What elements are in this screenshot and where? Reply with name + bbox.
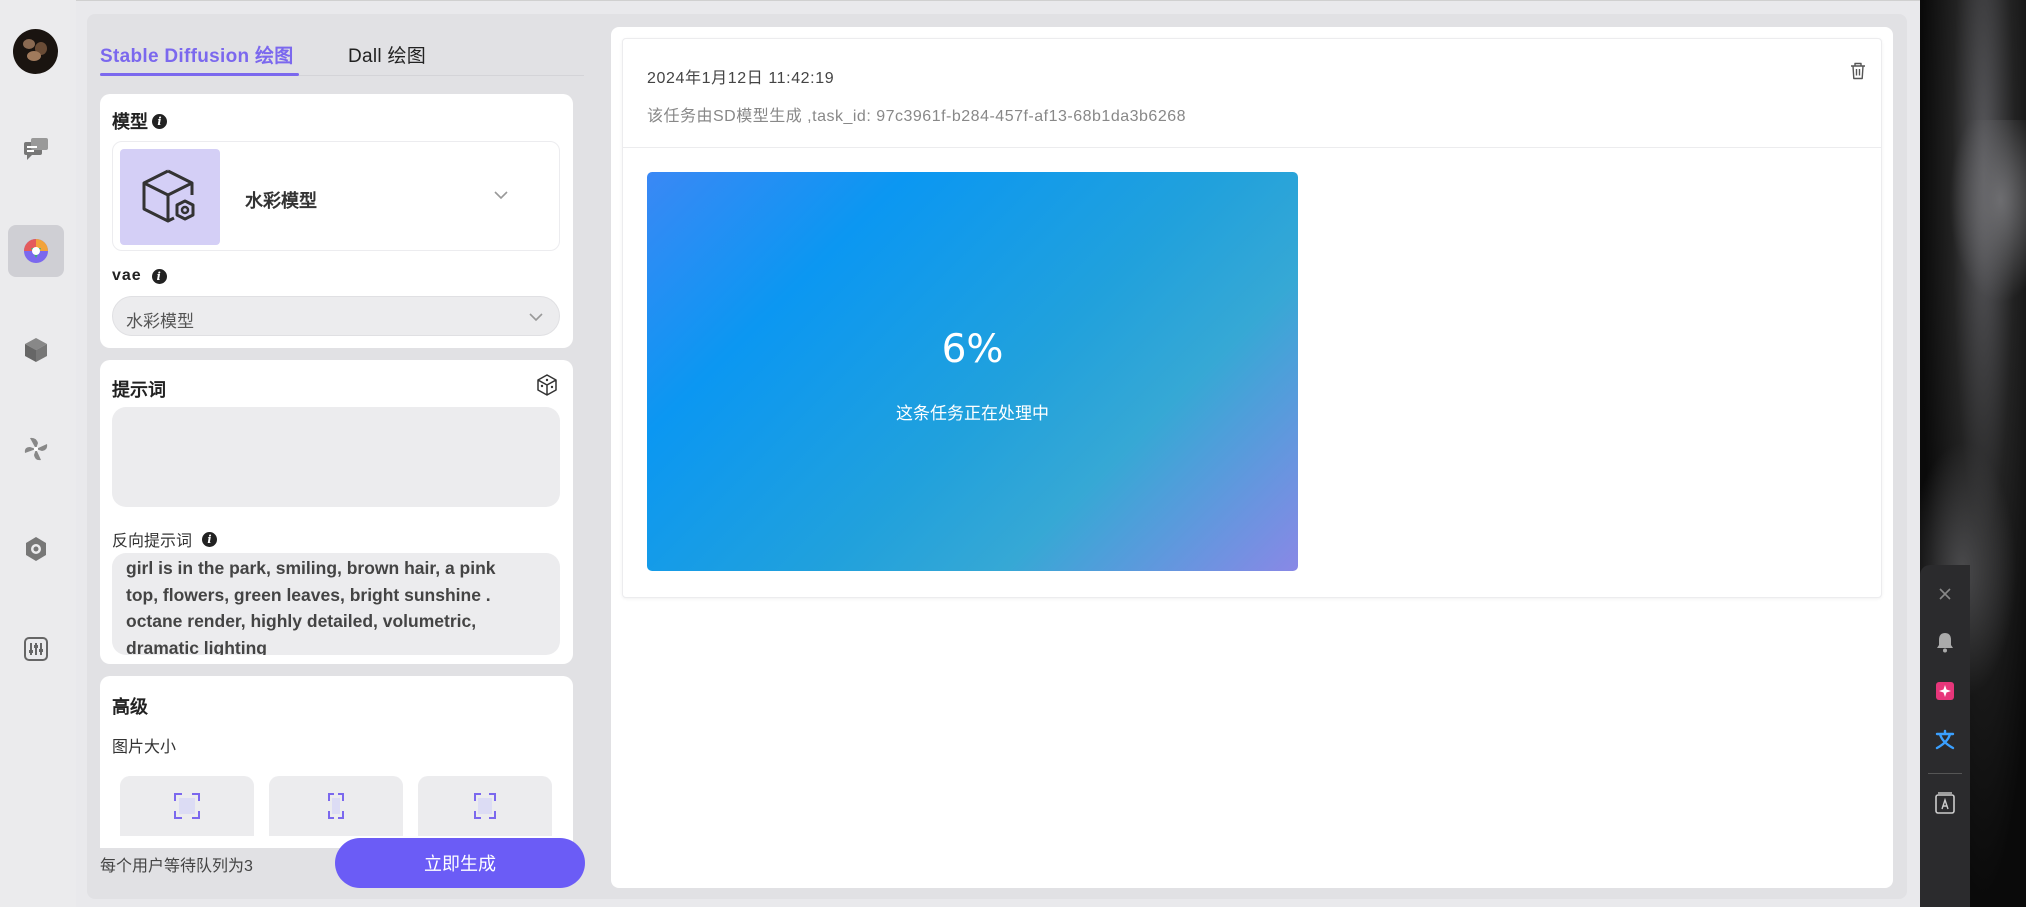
task-description: 该任务由SD模型生成 ,task_id: 97c3961f-b284-457f-… (647, 108, 1187, 125)
chat-nav-button[interactable] (8, 124, 64, 176)
tools-divider (1928, 773, 1962, 774)
info-icon[interactable]: i (202, 531, 218, 547)
cube-nav-button[interactable] (8, 324, 64, 376)
prompt-input[interactable] (112, 407, 560, 507)
negative-prompt-title: 反向提示词 (112, 533, 193, 550)
chevron-down-icon (529, 313, 543, 322)
generate-button[interactable]: 立即生成 (335, 838, 585, 888)
prompt-heading: 提示词 (112, 376, 166, 402)
paint-icon (24, 239, 48, 263)
task-card: 2024年1月12日 11:42:19 该任务由SD模型生成 ,task_id:… (622, 38, 1882, 598)
aspect-frame-icon (474, 793, 496, 819)
task-time: 2024年1月12日 11:42:19 (647, 70, 835, 87)
translate-icon[interactable] (1932, 727, 1958, 753)
active-tab-indicator (100, 73, 299, 76)
info-icon[interactable]: i (151, 268, 167, 284)
negative-prompt-line: girl is in the park, smiling, brown hair… (126, 558, 496, 578)
chevron-down-icon (494, 191, 508, 200)
model-heading: 模型 i (112, 108, 167, 134)
size-option[interactable] (120, 776, 254, 836)
progress-percent: 6% (941, 327, 1004, 372)
vae-value: 水彩模型 (126, 312, 194, 331)
vae-select[interactable]: 水彩模型 (112, 296, 560, 336)
task-progress-preview: 6% 这条任务正在处理中 (647, 172, 1298, 571)
progress-status: 这条任务正在处理中 (896, 404, 1049, 423)
advanced-title: 高级 (112, 697, 148, 717)
advanced-heading: 高级 (112, 693, 148, 719)
model-card: 模型 i 水彩模型 vae i 水彩模型 (100, 94, 573, 348)
draw-tabs: Stable Diffusion 绘图 Dall 绘图 (100, 24, 584, 76)
sliders-icon (24, 637, 48, 661)
model-name: 水彩模型 (245, 191, 317, 211)
aspect-frame-icon (174, 793, 200, 819)
icon-rail (0, 0, 76, 907)
negative-prompt-line: top, flowers, green leaves, bright sunsh… (126, 584, 491, 605)
paint-nav-button[interactable] (8, 225, 64, 277)
advanced-card: 高级 图片大小 (100, 676, 573, 848)
pinwheel-nav-button[interactable] (8, 423, 64, 475)
image-size-label: 图片大小 (112, 739, 177, 756)
results-panel: 2024年1月12日 11:42:19 该任务由SD模型生成 ,task_id:… (611, 27, 1893, 888)
negative-prompt-line: octane render, highly detailed, volumetr… (126, 611, 477, 631)
hexagon-settings-icon (26, 537, 46, 561)
pinwheel-icon (24, 437, 48, 461)
avatar[interactable] (13, 29, 58, 74)
trash-icon[interactable] (1850, 62, 1866, 80)
bell-icon[interactable] (1932, 629, 1958, 655)
sliders-nav-button[interactable] (8, 623, 64, 675)
cube-icon (25, 338, 47, 362)
task-divider (623, 147, 1881, 148)
star-badge-icon[interactable] (1932, 678, 1958, 704)
tab-dall[interactable]: Dall 绘图 (348, 41, 426, 68)
negative-prompt-input[interactable]: girl is in the park, smiling, brown hair… (112, 553, 560, 655)
prompt-card: 提示词 反向提示词 i girl is in the park, smiling… (100, 360, 573, 664)
chat-icon (24, 138, 48, 160)
reader-icon[interactable] (1932, 790, 1958, 816)
vae-heading: vae i (112, 267, 167, 285)
negative-prompt-text: girl is in the park, smiling, brown hair… (126, 555, 516, 655)
negative-prompt-line: dramatic lighting (126, 637, 267, 656)
info-icon[interactable]: i (152, 113, 167, 129)
window-top-edge (0, 0, 1920, 1)
random-dice-icon[interactable] (536, 374, 558, 396)
settings-nav-button[interactable] (8, 523, 64, 575)
tab-stable-diffusion[interactable]: Stable Diffusion 绘图 (100, 41, 294, 68)
close-icon[interactable] (1932, 581, 1958, 607)
model-thumbnail (120, 149, 220, 245)
aspect-frame-icon (328, 793, 344, 819)
browser-side-tools (1920, 565, 1970, 907)
model-select[interactable]: 水彩模型 (112, 141, 560, 251)
size-option[interactable] (269, 776, 403, 836)
size-option[interactable] (418, 776, 552, 836)
prompt-title: 提示词 (112, 380, 166, 400)
queue-info: 每个用户等待队列为3 (100, 858, 253, 875)
negative-prompt-heading: 反向提示词 i (112, 527, 218, 551)
model-title: 模型 (112, 112, 148, 132)
model-cube-icon (142, 169, 195, 223)
vae-title: vae (112, 267, 142, 284)
control-panel: Stable Diffusion 绘图 Dall 绘图 模型 i 水彩模型 va… (100, 24, 585, 892)
